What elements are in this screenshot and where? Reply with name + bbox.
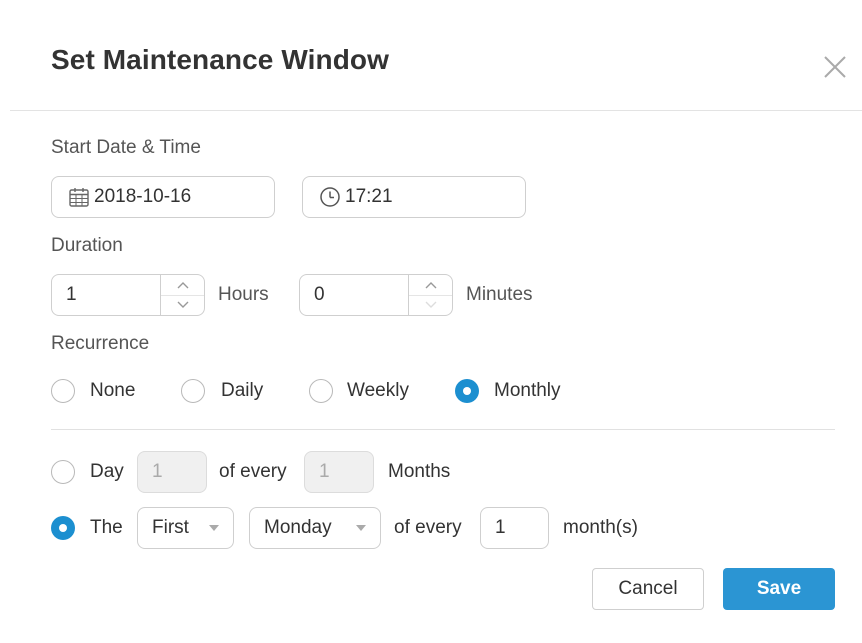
recurrence-weekly-radio[interactable]	[309, 379, 333, 403]
monthly-the-radio[interactable]	[51, 516, 75, 540]
monthly-the-label: The	[90, 517, 123, 538]
monthly-day-label: Day	[90, 461, 124, 482]
hours-stepper[interactable]: 1	[51, 274, 205, 316]
section-divider	[51, 429, 835, 430]
recurrence-daily-radio[interactable]	[181, 379, 205, 403]
minutes-stepper[interactable]: 0	[299, 274, 453, 316]
day-of-month-input: 1	[137, 451, 207, 493]
minutes-increment-button[interactable]	[409, 275, 452, 295]
chevron-down-icon	[209, 525, 219, 531]
chevron-up-icon	[425, 281, 436, 289]
day-of-every-label: of every	[219, 461, 287, 482]
chevron-up-icon	[177, 281, 188, 289]
the-months-interval-input[interactable]: 1	[480, 507, 549, 549]
time-input[interactable]: 17:21	[302, 176, 526, 218]
date-value: 2018-10-16	[94, 186, 192, 207]
minutes-unit-label: Minutes	[466, 284, 533, 305]
time-value: 17:21	[345, 186, 393, 207]
hours-decrement-button[interactable]	[161, 294, 204, 316]
ordinal-select[interactable]: First	[137, 507, 234, 549]
the-of-every-label: of every	[394, 517, 462, 538]
monthly-day-radio[interactable]	[51, 460, 75, 484]
header-divider	[10, 110, 862, 111]
duration-label: Duration	[51, 235, 123, 256]
recurrence-weekly-label[interactable]: Weekly	[347, 380, 409, 402]
dialog-title: Set Maintenance Window	[51, 44, 389, 75]
chevron-down-icon	[356, 525, 366, 531]
recurrence-none-label[interactable]: None	[90, 380, 135, 402]
day-months-interval-input: 1	[304, 451, 374, 493]
hours-increment-button[interactable]	[161, 275, 204, 295]
recurrence-label: Recurrence	[51, 333, 150, 354]
hours-unit-label: Hours	[218, 284, 269, 305]
hours-value[interactable]: 1	[52, 275, 160, 315]
save-button[interactable]: Save	[723, 568, 835, 610]
weekday-select[interactable]: Monday	[249, 507, 381, 549]
recurrence-none-radio[interactable]	[51, 379, 75, 403]
start-date-time-label: Start Date & Time	[51, 137, 201, 158]
chevron-down-icon	[177, 301, 188, 309]
recurrence-monthly-label[interactable]: Monthly	[494, 380, 561, 402]
maintenance-window-dialog: Set Maintenance Window Start Date & Time…	[0, 0, 862, 643]
date-input[interactable]: 2018-10-16	[51, 176, 275, 218]
weekday-value: Monday	[264, 517, 332, 538]
calendar-icon	[68, 186, 90, 208]
minutes-value[interactable]: 0	[300, 275, 408, 315]
recurrence-monthly-radio[interactable]	[455, 379, 479, 403]
the-months-unit-label: month(s)	[563, 517, 638, 538]
cancel-button[interactable]: Cancel	[592, 568, 704, 610]
clock-icon	[319, 186, 341, 208]
minutes-decrement-button[interactable]	[409, 294, 452, 316]
day-months-unit-label: Months	[388, 461, 451, 482]
close-icon[interactable]	[820, 52, 850, 82]
chevron-down-icon	[425, 301, 436, 309]
recurrence-daily-label[interactable]: Daily	[221, 380, 263, 402]
ordinal-value: First	[152, 517, 189, 538]
